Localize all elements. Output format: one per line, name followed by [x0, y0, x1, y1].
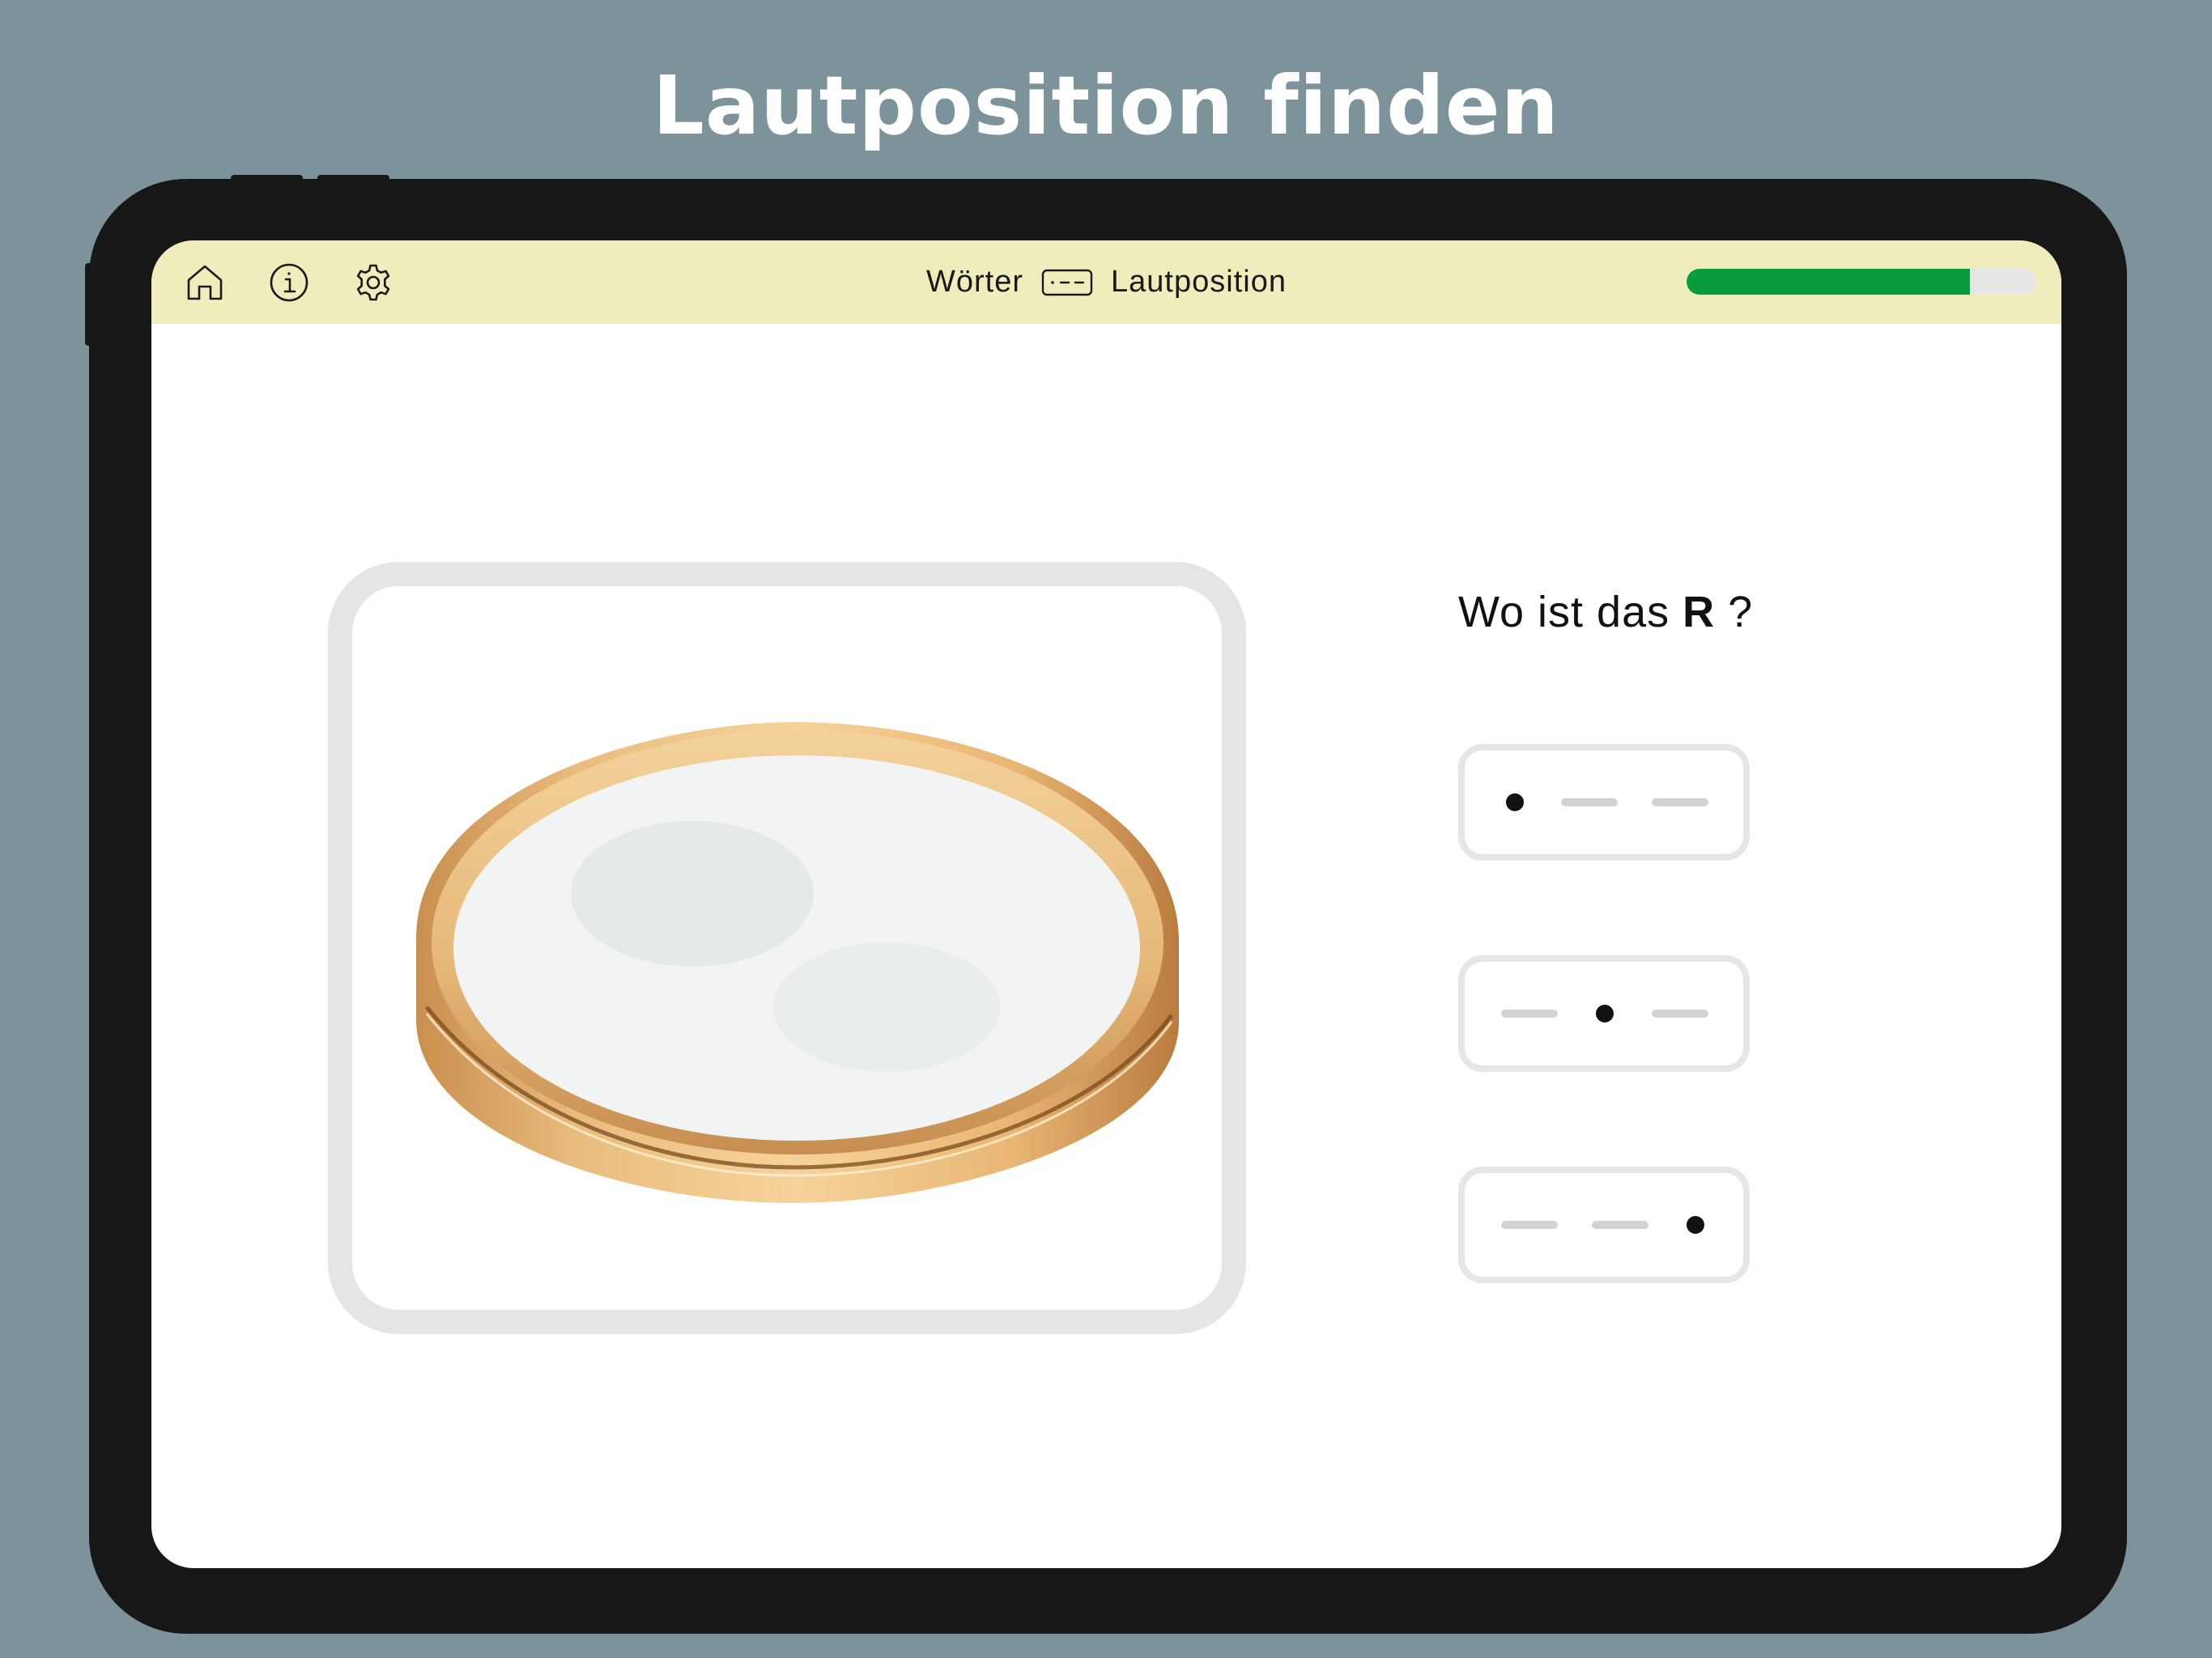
- dot-dash-dash-icon: [1506, 793, 1708, 811]
- position-option-middle[interactable]: [1458, 955, 1750, 1072]
- dash-dot-dash-icon: [1501, 1005, 1708, 1022]
- app-screen: Wörter Lautposition Wo ist das R ?: [151, 240, 2061, 1568]
- breadcrumb-sound-position: Lautposition: [1111, 265, 1287, 299]
- progress-fill: [1687, 269, 1970, 295]
- position-pattern-icon: [1041, 268, 1093, 297]
- word-picture-card: [328, 562, 1246, 1334]
- question-prefix: Wo ist das: [1458, 588, 1670, 636]
- progress-bar: [1687, 269, 2036, 295]
- position-option-start[interactable]: [1458, 744, 1750, 861]
- page-title: Lautposition finden: [653, 58, 1559, 153]
- question-target-letter: R: [1682, 588, 1716, 636]
- question-suffix: ?: [1715, 588, 1754, 636]
- position-option-end[interactable]: [1458, 1167, 1750, 1283]
- question-text: Wo ist das R ?: [1458, 587, 1753, 637]
- dash-dash-dot-icon: [1501, 1216, 1704, 1234]
- top-bar: Wörter Lautposition: [151, 240, 2061, 324]
- gold-ring-photo: [352, 586, 1222, 1310]
- breadcrumb-words: Wörter: [926, 265, 1024, 299]
